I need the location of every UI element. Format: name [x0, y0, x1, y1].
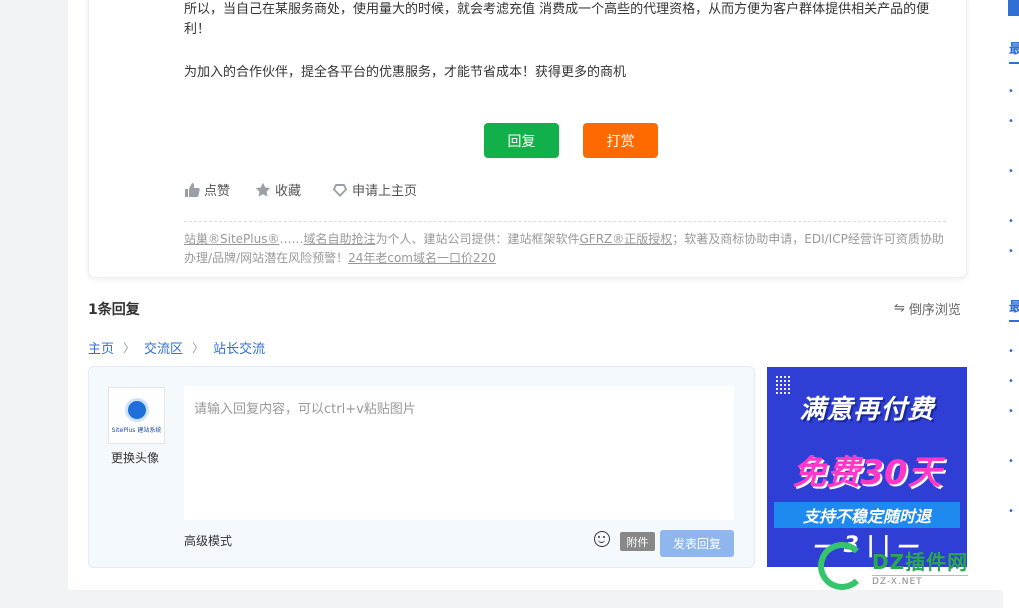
bullet-icon: • [1008, 216, 1014, 227]
favorite-action[interactable]: 收藏 [255, 180, 301, 199]
sort-toggle[interactable]: ⇋ 倒序浏览 [894, 299, 961, 318]
notice-divider [184, 221, 946, 222]
advanced-mode-link[interactable]: 高级模式 [184, 532, 232, 549]
right-sidebar: 最 • • • • • 最 • • • • • [1003, 0, 1019, 608]
notice-link-domain[interactable]: 域名自助抢注 [303, 232, 375, 246]
chevron-right-icon: 〉 [192, 341, 205, 355]
swap-arrows-icon: ⇋ [894, 301, 905, 316]
reward-button[interactable]: 打赏 [583, 123, 658, 158]
post-paragraph-2: 为加入的合作伙伴，提全各平台的优惠服务，才能节省成本！获得更多的商机 [184, 65, 627, 80]
notice-link-siteplus[interactable]: 站巢®SitePlus® [184, 232, 279, 246]
reply-textarea[interactable] [184, 386, 734, 520]
post-notice: 站巢®SitePlus®……域名自助抢注为个人、建站公司提供：建站框架软件GFR… [184, 230, 950, 268]
avatar-brand: SitePlus 建站系统 [111, 426, 162, 434]
dz-logo-icon [818, 542, 866, 590]
bullet-icon: • [1008, 116, 1014, 127]
ad-line-1: 满意再付费 [799, 395, 935, 425]
sort-label: 倒序浏览 [908, 303, 961, 318]
recommend-label: 申请上主页 [352, 184, 418, 199]
attach-button[interactable]: 附件 [620, 532, 655, 551]
bullet-icon: • [1008, 86, 1014, 97]
submit-reply-button[interactable]: 发表回复 [660, 530, 734, 557]
watermark-sub: DZ-X.NET [872, 574, 969, 587]
bullet-icon: • [1008, 166, 1014, 177]
bullet-icon: • [1008, 346, 1014, 357]
watermark-main: DZ插件网 [872, 549, 969, 574]
bullet-icon: • [1008, 406, 1014, 417]
ad-line-3: 支持不稳定随时退 [774, 502, 960, 528]
bullet-icon: • [1008, 376, 1014, 387]
favorite-label: 收藏 [275, 184, 302, 199]
sidebar-title-underline [1009, 320, 1019, 322]
notice-text-1: …… [279, 232, 304, 246]
bullet-icon: • [1008, 246, 1014, 257]
siteplus-logo-icon [124, 397, 149, 422]
like-action[interactable]: 点赞 [184, 180, 230, 199]
sidebar-title-2[interactable]: 最 [1009, 296, 1019, 315]
like-label: 点赞 [204, 184, 231, 199]
thumbs-up-icon [185, 182, 200, 197]
avatar[interactable]: SitePlus 建站系统 [108, 387, 165, 444]
emoji-icon[interactable] [594, 531, 610, 547]
notice-link-domain-sale[interactable]: 24年老com域名一口价220 [348, 251, 496, 265]
bullet-icon: • [1008, 506, 1014, 517]
sidebar-title-1[interactable]: 最 [1009, 38, 1019, 57]
breadcrumb: 主页 〉 交流区 〉 站长交流 [88, 338, 265, 357]
change-avatar-link[interactable]: 更换头像 [111, 449, 159, 466]
chevron-right-icon: 〉 [123, 341, 136, 355]
star-icon [255, 182, 271, 197]
reply-button[interactable]: 回复 [484, 123, 559, 158]
ad-line-2: 免费30天 [792, 453, 942, 493]
notice-text-2: 为个人、建站公司提供：建站框架软件 [375, 232, 580, 246]
watermark: DZ插件网 DZ-X.NET [818, 542, 969, 590]
breadcrumb-board[interactable]: 站长交流 [213, 338, 265, 357]
sidebar-accent-bar [1008, 0, 1019, 16]
reply-count: 1条回复 [88, 302, 140, 318]
breadcrumb-forum[interactable]: 交流区 [144, 338, 183, 357]
post-paragraph-1: 所以，当自己在某服务商处，使用量大的时候，就会考滤充值 消费成一个高些的代理资格… [184, 2, 930, 37]
ad-banner[interactable]: 满意再付费 免费30天 支持不稳定随时退 — 3 | | — [767, 367, 967, 567]
breadcrumb-home[interactable]: 主页 [88, 338, 114, 357]
bullet-icon: • [1008, 456, 1014, 467]
sidebar-title-underline [1009, 62, 1019, 64]
diamond-heart-icon [332, 183, 348, 197]
notice-link-gfrz[interactable]: GFRZ®正版授权 [580, 232, 673, 246]
recommend-action[interactable]: 申请上主页 [332, 180, 417, 199]
